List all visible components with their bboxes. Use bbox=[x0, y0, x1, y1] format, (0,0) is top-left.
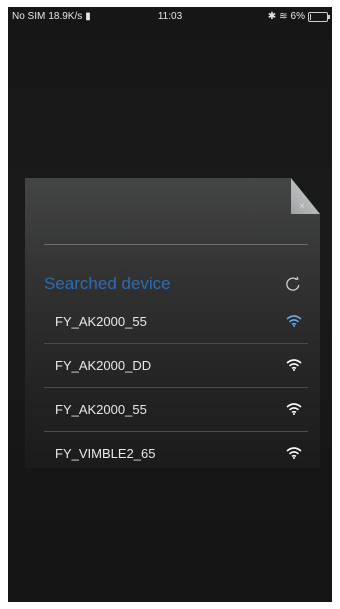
device-row[interactable]: FY_AK2000_55 bbox=[44, 300, 308, 344]
device-name: FY_VIMBLE2_65 bbox=[55, 446, 156, 461]
status-bar: No SIM 18.9K/s ▮ 11:03 ✱ ≋ 6% bbox=[8, 7, 332, 27]
device-row[interactable]: FY_VIMBLE2_65 bbox=[44, 432, 308, 475]
refresh-icon[interactable] bbox=[285, 276, 301, 292]
battery-fill bbox=[310, 13, 311, 20]
device-name: FY_AK2000_DD bbox=[55, 358, 152, 373]
device-row[interactable]: FY_AK2000_DD bbox=[44, 344, 308, 388]
device-list: FY_AK2000_55 FY_AK2000_DD FY_AK2000_55 FY_V… bbox=[44, 300, 308, 475]
wifi-icon bbox=[286, 315, 302, 327]
wifi-icon bbox=[286, 447, 302, 459]
close-icon[interactable]: × bbox=[297, 202, 307, 212]
bluetooth-icon: ✱ bbox=[267, 11, 277, 22]
wifi-icon bbox=[286, 359, 302, 371]
wifi-icon bbox=[286, 403, 302, 415]
dialog-divider bbox=[44, 244, 308, 245]
battery-icon bbox=[308, 11, 330, 22]
device-row[interactable]: FY_AK2000_55 bbox=[44, 388, 308, 432]
status-right: ✱ ≋ 6% bbox=[267, 11, 330, 22]
battery-text: 6% bbox=[290, 11, 305, 22]
dialog-title: Searched device bbox=[44, 274, 171, 293]
device-name: FY_AK2000_55 bbox=[55, 314, 147, 329]
device-name: FY_AK2000_55 bbox=[55, 402, 147, 417]
wifi-status-icon: ≋ bbox=[279, 11, 288, 22]
